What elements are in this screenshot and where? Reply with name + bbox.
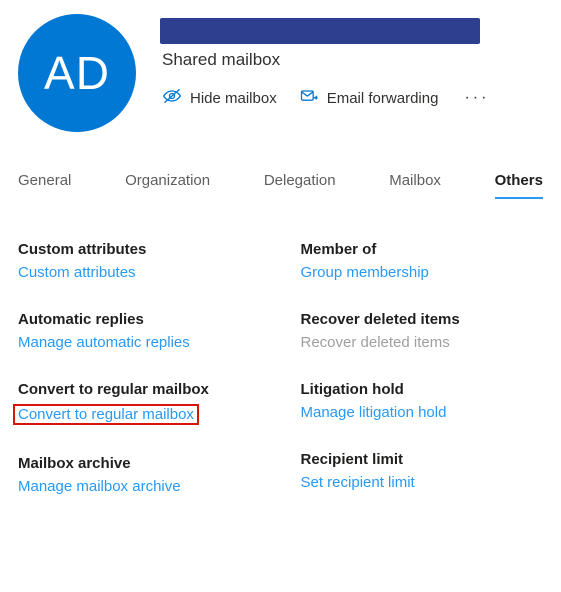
mail-forward-icon: [299, 86, 319, 110]
archive-title: Mailbox archive: [18, 455, 261, 472]
automatic-replies-title: Automatic replies: [18, 311, 261, 328]
section-recover: Recover deleted items Recover deleted it…: [301, 311, 544, 351]
email-forwarding-action[interactable]: Email forwarding: [299, 86, 439, 110]
hide-mailbox-action[interactable]: Hide mailbox: [162, 86, 277, 110]
right-column: Member of Group membership Recover delet…: [301, 241, 544, 525]
automatic-replies-link[interactable]: Manage automatic replies: [18, 334, 190, 351]
tab-others[interactable]: Others: [495, 166, 543, 199]
recipient-link[interactable]: Set recipient limit: [301, 474, 415, 491]
litigation-link[interactable]: Manage litigation hold: [301, 404, 447, 421]
convert-link[interactable]: Convert to regular mailbox: [13, 404, 199, 425]
main-content: Custom attributes Custom attributes Auto…: [0, 199, 561, 525]
custom-attributes-link[interactable]: Custom attributes: [18, 264, 136, 281]
section-automatic-replies: Automatic replies Manage automatic repli…: [18, 311, 261, 351]
email-forwarding-label: Email forwarding: [327, 90, 439, 107]
header-right: Shared mailbox Hide mailbox: [136, 14, 543, 110]
tabs-bar: General Organization Delegation Mailbox …: [0, 166, 561, 199]
recipient-title: Recipient limit: [301, 451, 544, 468]
custom-attributes-title: Custom attributes: [18, 241, 261, 258]
header-actions: Hide mailbox Email forwarding ···: [160, 86, 543, 110]
name-redacted-bar: [160, 18, 480, 44]
recover-title: Recover deleted items: [301, 311, 544, 328]
tab-general[interactable]: General: [18, 166, 71, 199]
more-actions-button[interactable]: ···: [460, 89, 493, 107]
convert-title: Convert to regular mailbox: [18, 381, 261, 398]
section-litigation: Litigation hold Manage litigation hold: [301, 381, 544, 421]
section-member-of: Member of Group membership: [301, 241, 544, 281]
section-recipient: Recipient limit Set recipient limit: [301, 451, 544, 491]
details-header: AD Shared mailbox Hide mailbox: [0, 0, 561, 132]
member-of-link[interactable]: Group membership: [301, 264, 429, 281]
avatar-initials: AD: [44, 46, 110, 100]
litigation-title: Litigation hold: [301, 381, 544, 398]
hide-mailbox-label: Hide mailbox: [190, 90, 277, 107]
eye-hidden-icon: [162, 86, 182, 110]
member-of-title: Member of: [301, 241, 544, 258]
archive-link[interactable]: Manage mailbox archive: [18, 478, 181, 495]
mailbox-type-label: Shared mailbox: [160, 50, 543, 70]
section-archive: Mailbox archive Manage mailbox archive: [18, 455, 261, 495]
tab-delegation[interactable]: Delegation: [264, 166, 336, 199]
section-convert: Convert to regular mailbox Convert to re…: [18, 381, 261, 425]
tab-mailbox[interactable]: Mailbox: [389, 166, 441, 199]
tab-organization[interactable]: Organization: [125, 166, 210, 199]
avatar: AD: [18, 14, 136, 132]
recover-link: Recover deleted items: [301, 334, 450, 351]
left-column: Custom attributes Custom attributes Auto…: [18, 241, 261, 525]
section-custom-attributes: Custom attributes Custom attributes: [18, 241, 261, 281]
